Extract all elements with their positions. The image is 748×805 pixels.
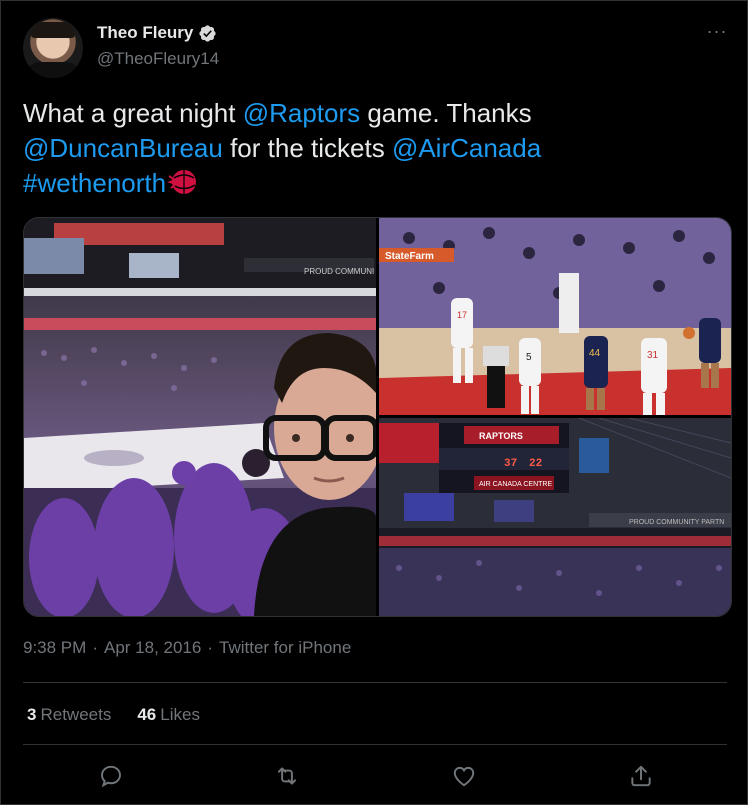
retweets-count: 3 [27, 705, 37, 724]
mention-duncanbureau-link[interactable]: @DuncanBureau [23, 133, 223, 163]
divider [23, 682, 727, 683]
photo-scoreboard-sub: AIR CANADA CENTRE [479, 481, 552, 488]
divider [23, 744, 727, 745]
mention-raptors-link[interactable]: @Raptors [243, 98, 360, 128]
likes-count: 46 [137, 705, 157, 724]
photo-jersey-number: 44 [589, 348, 601, 359]
tweet-actions [1, 763, 747, 791]
tweet-text: What a great night @Raptors game. Thanks… [23, 96, 723, 201]
engagement-stats: 3 Retweets 46 Likes [27, 705, 200, 725]
tweet-date[interactable]: Apr 18, 2016 [104, 638, 201, 658]
photo-banner-text: PROUD COMMUNITY PARTN [629, 519, 724, 526]
photo-jersey-number: 5 [526, 352, 532, 363]
likes-label: Likes [160, 705, 200, 724]
raptors-basketball-emoji-icon [167, 170, 197, 194]
retweets-label: Retweets [40, 705, 112, 724]
likes-stat[interactable]: 46 Likes [137, 705, 200, 725]
photo-scoreboard-title: RAPTORS [479, 431, 523, 441]
heart-icon[interactable] [451, 763, 477, 789]
avatar[interactable] [23, 18, 83, 78]
photo-scoreboard-score: 37 [504, 458, 517, 470]
photo-sponsor-text: StateFarm [385, 251, 434, 262]
share-icon[interactable] [628, 763, 654, 789]
photo-scoreboard[interactable]: RAPTORS 37 22 AIR CANADA CENTRE PROUD CO… [379, 418, 731, 616]
photo-selfie[interactable]: PROUD COMMUNI [24, 218, 376, 616]
tweet-text-part: What a great night [23, 98, 243, 128]
photo-banner-text: PROUD COMMUNI [304, 267, 374, 276]
photo-jersey-number: 31 [647, 350, 659, 361]
author-display-name[interactable]: Theo Fleury [97, 23, 193, 43]
author-name-row: Theo Fleury [97, 23, 217, 43]
mention-aircanada-link[interactable]: @AirCanada [392, 133, 541, 163]
tweet-text-part: for the tickets [222, 133, 392, 163]
tweet-timestamp: 9:38 PM · Apr 18, 2016 · Twitter for iPh… [23, 638, 351, 658]
tweet-card: Theo Fleury @TheoFleury14 ··· What a gre… [0, 0, 748, 805]
reply-icon[interactable] [98, 763, 124, 789]
retweet-icon[interactable] [274, 763, 300, 789]
photo-scoreboard-art: RAPTORS 37 22 AIR CANADA CENTRE PROUD CO… [379, 418, 731, 616]
separator-dot: · [207, 638, 214, 657]
media-grid: PROUD COMMUNI StateFarm 17 5 44 31 RAPTO… [23, 217, 732, 617]
retweets-stat[interactable]: 3 Retweets [27, 705, 111, 725]
photo-selfie-art: PROUD COMMUNI [24, 218, 376, 616]
tweet-time[interactable]: 9:38 PM [23, 638, 86, 658]
tweet-source[interactable]: Twitter for iPhone [219, 638, 351, 658]
tweet-text-part: game. Thanks [360, 98, 532, 128]
verified-badge-icon [199, 24, 216, 42]
separator-dot: · [92, 638, 98, 657]
photo-scoreboard-score: 22 [529, 458, 542, 470]
photo-free-throw-art: StateFarm 17 5 44 31 [379, 218, 731, 415]
photo-jersey-number: 17 [457, 310, 467, 320]
author-handle[interactable]: @TheoFleury14 [97, 49, 219, 69]
photo-free-throw[interactable]: StateFarm 17 5 44 31 [379, 218, 731, 415]
hashtag-wethenorth-link[interactable]: #wethenorth [23, 168, 166, 198]
more-options-icon[interactable]: ··· [705, 22, 729, 43]
